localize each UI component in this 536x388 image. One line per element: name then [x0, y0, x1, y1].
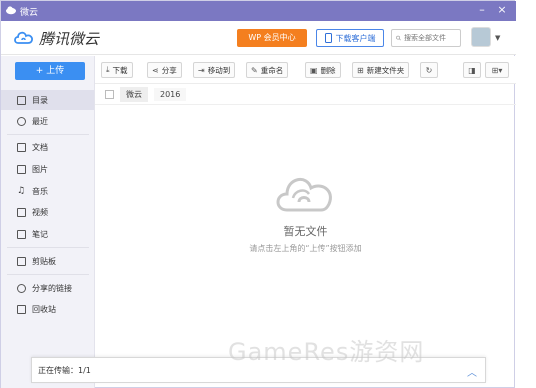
divider	[7, 134, 89, 135]
view-mode-button[interactable]: ⊞▾	[485, 62, 509, 78]
refresh-icon: ↻	[425, 65, 433, 75]
rename-button[interactable]: ✎ 重命名	[246, 62, 289, 78]
breadcrumb: 微云 2016	[95, 85, 516, 105]
new-folder-button[interactable]: ⊞ 新建文件夹	[352, 62, 410, 78]
grid-view-icon: ⊞▾	[491, 65, 503, 75]
sidebar-item-recent[interactable]: 最近	[1, 111, 94, 131]
sidebar-item-notes[interactable]: 笔记	[1, 224, 94, 244]
new-folder-icon: ⊞	[357, 65, 364, 75]
link-icon	[17, 283, 26, 293]
sidebar-item-label: 图片	[32, 164, 48, 174]
watermark: GameRes游资网	[228, 338, 425, 366]
panel-icon: ◨	[468, 65, 476, 75]
sidebar-item-recycle-bin[interactable]: 回收站	[1, 299, 94, 319]
upload-button[interactable]: + 上传	[15, 62, 85, 80]
new-folder-label: 新建文件夹	[366, 65, 405, 75]
move-to-button[interactable]: ⇥ 移动到	[193, 62, 236, 78]
sidebar: + 上传 目录 最近 文档 图片 ♫ 音乐 视频 笔记 剪贴板 分享的链接 回收…	[1, 56, 95, 388]
download-client-button[interactable]: 下载客户端	[316, 29, 384, 47]
refresh-button[interactable]: ↻	[420, 62, 438, 78]
sidebar-item-label: 剪贴板	[32, 256, 56, 266]
delete-button[interactable]: ▣ 删除	[305, 62, 341, 78]
move-to-label: 移动到	[207, 65, 231, 75]
weiyun-logo-icon	[14, 31, 33, 44]
window-title: 微云	[20, 8, 39, 18]
sidebar-item-label: 视频	[32, 207, 48, 217]
minimize-button[interactable]: –	[475, 3, 489, 17]
download-client-label: 下载客户端	[335, 33, 376, 43]
sidebar-item-label: 音乐	[32, 186, 48, 196]
search-icon	[396, 35, 401, 41]
share-button[interactable]: ⋖ 分享	[147, 62, 182, 78]
sidebar-item-images[interactable]: 图片	[1, 159, 94, 179]
sidebar-item-directory[interactable]: 目录	[1, 90, 94, 110]
music-icon: ♫	[17, 185, 26, 196]
vip-center-button[interactable]: WP 会员中心	[237, 29, 307, 47]
avatar[interactable]	[471, 27, 491, 47]
app-window: 微云 – × 腾讯微云 WP 会员中心 下载客户端 ▼	[0, 0, 516, 388]
sidebar-item-label: 最近	[32, 116, 48, 126]
share-label: 分享	[161, 65, 177, 75]
sidebar-item-clipboard[interactable]: 剪贴板	[1, 251, 94, 271]
cloud-icon	[6, 6, 16, 15]
search-input[interactable]	[404, 34, 460, 42]
sidebar-item-label: 分享的链接	[32, 283, 72, 293]
sidebar-item-label: 文档	[32, 142, 48, 152]
sidebar-item-shared-links[interactable]: 分享的链接	[1, 278, 94, 298]
sidebar-item-documents[interactable]: 文档	[1, 137, 94, 157]
empty-cloud-icon	[276, 178, 332, 212]
video-icon	[17, 207, 26, 217]
phone-icon	[324, 33, 332, 43]
delete-label: 删除	[320, 65, 336, 75]
select-all-checkbox[interactable]	[105, 90, 114, 99]
divider	[7, 247, 89, 248]
chevron-down-icon[interactable]: ▼	[495, 34, 500, 42]
document-icon	[17, 142, 26, 152]
share-icon: ⋖	[152, 65, 159, 75]
directory-icon	[17, 95, 26, 105]
toolbar: ⤓ 下载 ⋖ 分享 ⇥ 移动到 ✎ 重命名 ▣ 删除 ⊞ 新建文件夹 ↻ ◨ ⊞…	[95, 56, 516, 84]
header: 腾讯微云 WP 会员中心 下载客户端 ▼	[1, 21, 516, 55]
clock-icon	[17, 116, 26, 126]
sidebar-item-label: 回收站	[32, 304, 56, 314]
download-icon: ⤓	[106, 65, 110, 74]
sidebar-item-video[interactable]: 视频	[1, 202, 94, 222]
trash-icon	[17, 304, 26, 314]
sidebar-item-label: 笔记	[32, 229, 48, 239]
logo-text: 腾讯微云	[39, 29, 100, 48]
detail-panel-button[interactable]: ◨	[463, 62, 481, 78]
search-box[interactable]	[391, 29, 461, 47]
download-button[interactable]: ⤓ 下载	[101, 62, 133, 78]
empty-title: 暂无文件	[283, 225, 328, 238]
trash-icon: ▣	[310, 65, 318, 75]
chevron-up-icon[interactable]: ︿	[467, 364, 477, 379]
sidebar-item-label: 目录	[32, 95, 48, 105]
close-button[interactable]: ×	[495, 3, 509, 17]
download-label: 下载	[112, 65, 128, 75]
empty-hint: 请点击左上角的“上传”按钮添加	[249, 244, 362, 253]
rename-label: 重命名	[260, 65, 284, 75]
move-icon: ⇥	[198, 65, 205, 75]
clipboard-icon	[17, 256, 26, 266]
divider	[7, 274, 89, 275]
transfer-status-text: 正在传输：1/1	[38, 365, 91, 375]
edit-icon: ✎	[251, 65, 258, 75]
note-icon	[17, 229, 26, 239]
breadcrumb-current[interactable]: 2016	[154, 88, 187, 101]
title-bar: 微云 – ×	[1, 1, 516, 21]
image-icon	[17, 164, 26, 174]
sidebar-item-music[interactable]: ♫ 音乐	[1, 181, 94, 201]
file-list-empty: 暂无文件 请点击左上角的“上传”按钮添加	[95, 106, 516, 356]
breadcrumb-root[interactable]: 微云	[120, 87, 148, 102]
logo[interactable]: 腾讯微云	[13, 28, 99, 48]
